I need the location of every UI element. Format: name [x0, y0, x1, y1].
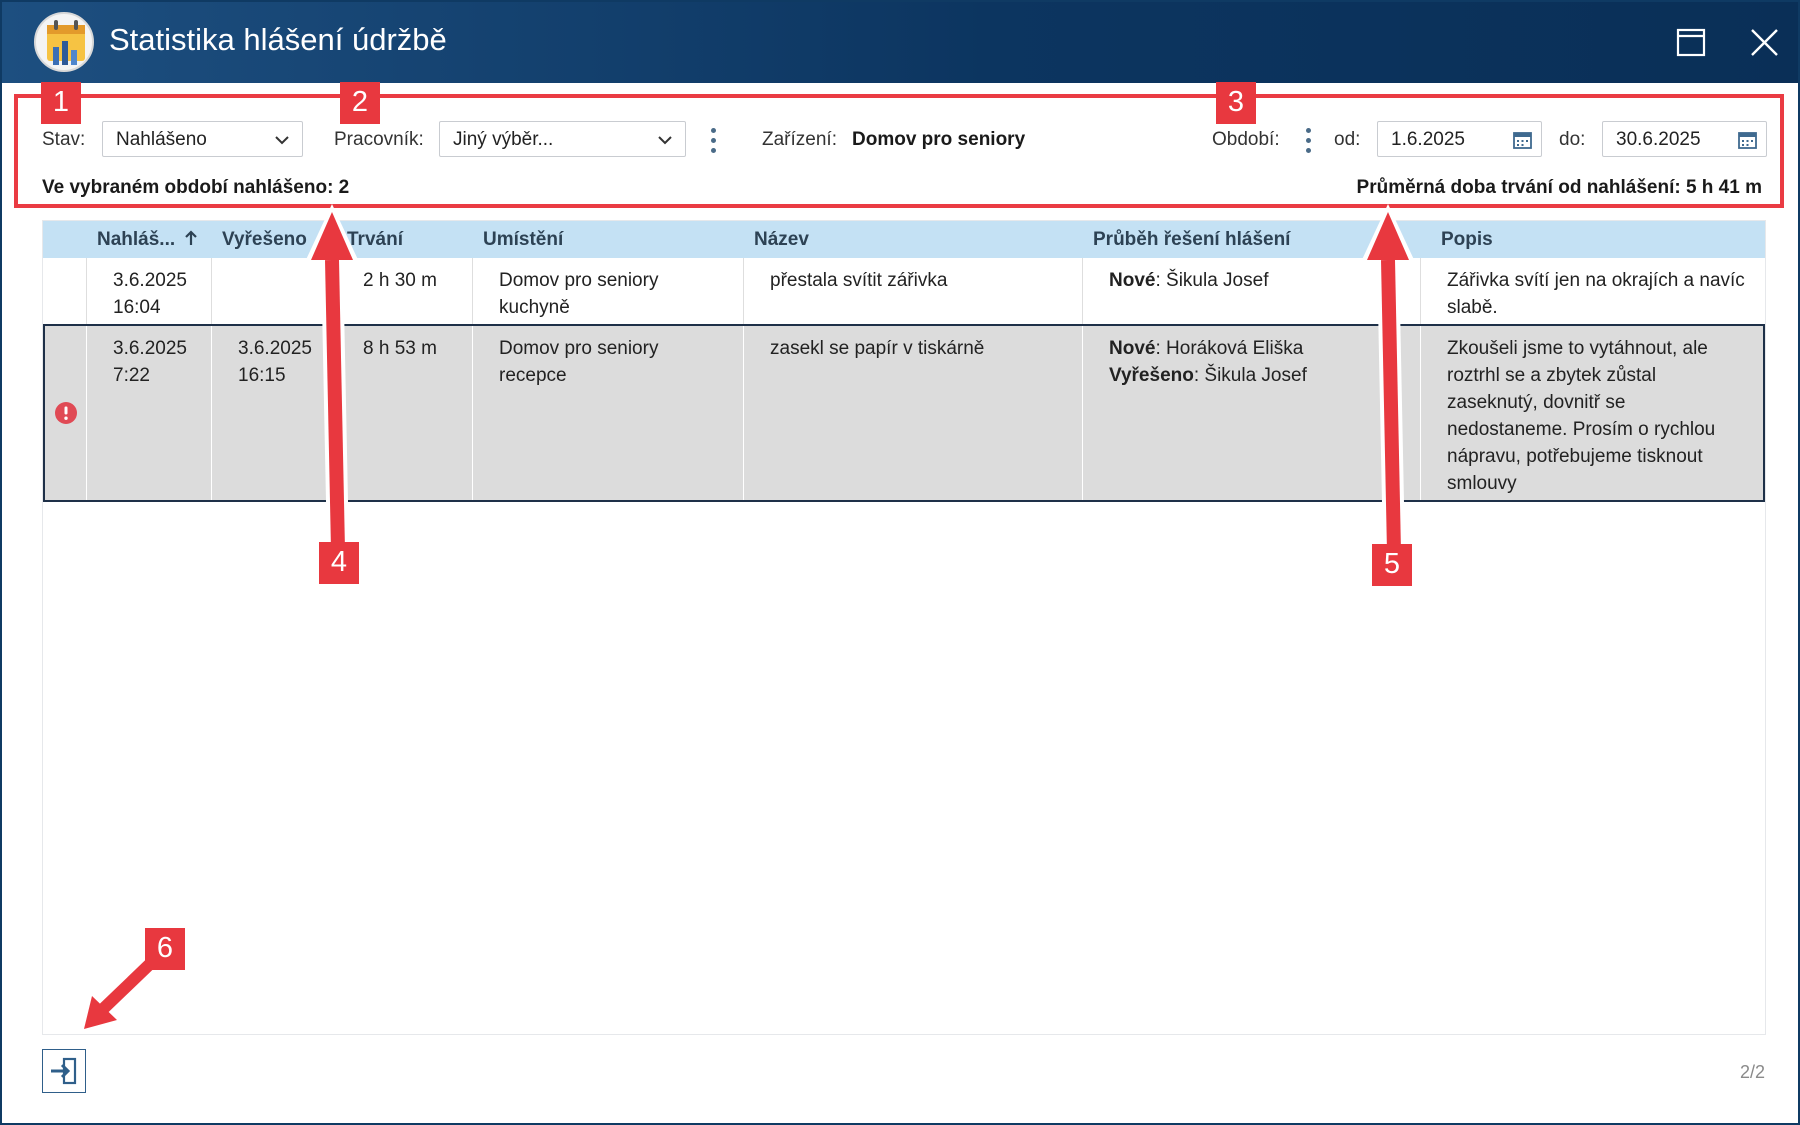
progress-status: Nové	[1109, 270, 1156, 291]
progress-status: Nové	[1109, 338, 1156, 359]
column-header-label: Nahláš...	[97, 229, 176, 250]
progress-status: Vyřešeno	[1109, 365, 1194, 386]
app-calendar-chart-icon	[34, 12, 94, 72]
description-cell: Zářivka svítí jen na okrajích a navíc sl…	[1447, 270, 1745, 318]
resolved-date: 3.6.2025	[238, 338, 312, 359]
progress-person: Horáková Eliška	[1160, 338, 1304, 359]
column-header-name[interactable]: Název	[743, 221, 809, 258]
progress-entry: Nové: Horáková Eliška	[1109, 335, 1307, 362]
table-header: Nahláš... Vyřešeno Trvání Umístění Název…	[43, 221, 1765, 258]
column-header-duration[interactable]: Trvání	[336, 221, 403, 258]
progress-entry: Nové: Šikula Josef	[1109, 267, 1268, 294]
annotation-badge-6: 6	[145, 928, 185, 970]
page-counter: 2/2	[1740, 1062, 1766, 1082]
export-button[interactable]	[42, 1049, 86, 1093]
annotation-badge-1: 1	[41, 82, 81, 124]
name-cell: zasekl se papír v tiskárně	[770, 338, 985, 359]
reported-date: 3.6.2025	[113, 338, 187, 359]
location-cell: Domov pro seniory recepce	[499, 326, 658, 500]
window-title: Statistika hlášení údržbě	[109, 22, 447, 57]
statistics-window: Statistika hlášení údržbě Stav: Nahlášen…	[0, 0, 1800, 1125]
column-header-progress[interactable]: Průběh řešení hlášení	[1082, 221, 1290, 258]
export-icon	[51, 1057, 77, 1085]
reported-cell: 3.6.2025 7:22	[113, 326, 187, 500]
progress-person: Šikula Josef	[1160, 270, 1269, 291]
maximize-button[interactable]	[1674, 25, 1709, 60]
column-header-resolved[interactable]: Vyřešeno	[211, 221, 307, 258]
close-button[interactable]	[1746, 24, 1783, 61]
location-cell: Domov pro seniory kuchyně	[499, 258, 658, 324]
annotation-badge-5: 5	[1372, 544, 1412, 586]
table-row[interactable]: 3.6.2025 7:22 3.6.2025 16:15 8 h 53 m Do…	[43, 324, 1765, 502]
resolved-time: 16:15	[238, 365, 286, 386]
resolved-cell: 3.6.2025 16:15	[238, 326, 312, 500]
table-row[interactable]: 3.6.2025 16:04 2 h 30 m Domov pro senior…	[43, 258, 1765, 324]
reported-time: 7:22	[113, 365, 150, 386]
location-line: Domov pro seniory	[499, 270, 659, 291]
annotation-badge-4: 4	[319, 542, 359, 584]
filter-annotation-frame	[14, 94, 1784, 208]
reported-time: 16:04	[113, 297, 161, 318]
progress-person: Šikula Josef	[1199, 365, 1307, 386]
location-line: recepce	[499, 365, 567, 386]
maximize-icon	[1676, 28, 1706, 57]
duration-cell: 8 h 53 m	[363, 338, 437, 359]
column-header-reported[interactable]: Nahláš...	[86, 221, 198, 258]
name-cell: přestala svítit zářivka	[770, 270, 948, 291]
duration-cell: 2 h 30 m	[363, 270, 437, 291]
reported-cell: 3.6.2025 16:04	[113, 258, 187, 324]
location-line: kuchyně	[499, 297, 570, 318]
progress-cell: Nové: Horáková Eliška Vyřešeno: Šikula J…	[1109, 326, 1307, 500]
progress-cell: Nové: Šikula Josef	[1109, 258, 1268, 324]
reported-date: 3.6.2025	[113, 270, 187, 291]
column-header-description[interactable]: Popis	[1430, 221, 1493, 258]
title-bar: Statistika hlášení údržbě	[2, 2, 1798, 83]
annotation-badge-3: 3	[1216, 82, 1256, 124]
reports-table: Nahláš... Vyřešeno Trvání Umístění Název…	[42, 220, 1766, 1035]
location-line: Domov pro seniory	[499, 338, 659, 359]
column-header-location[interactable]: Umístění	[472, 221, 563, 258]
annotation-badge-2: 2	[340, 82, 380, 124]
arrow-up-icon	[185, 230, 198, 245]
close-icon	[1751, 29, 1778, 56]
description-cell: Zkoušeli jsme to vytáhnout, ale roztrhl …	[1447, 338, 1716, 494]
error-icon	[55, 402, 77, 424]
progress-entry: Vyřešeno: Šikula Josef	[1109, 362, 1307, 389]
